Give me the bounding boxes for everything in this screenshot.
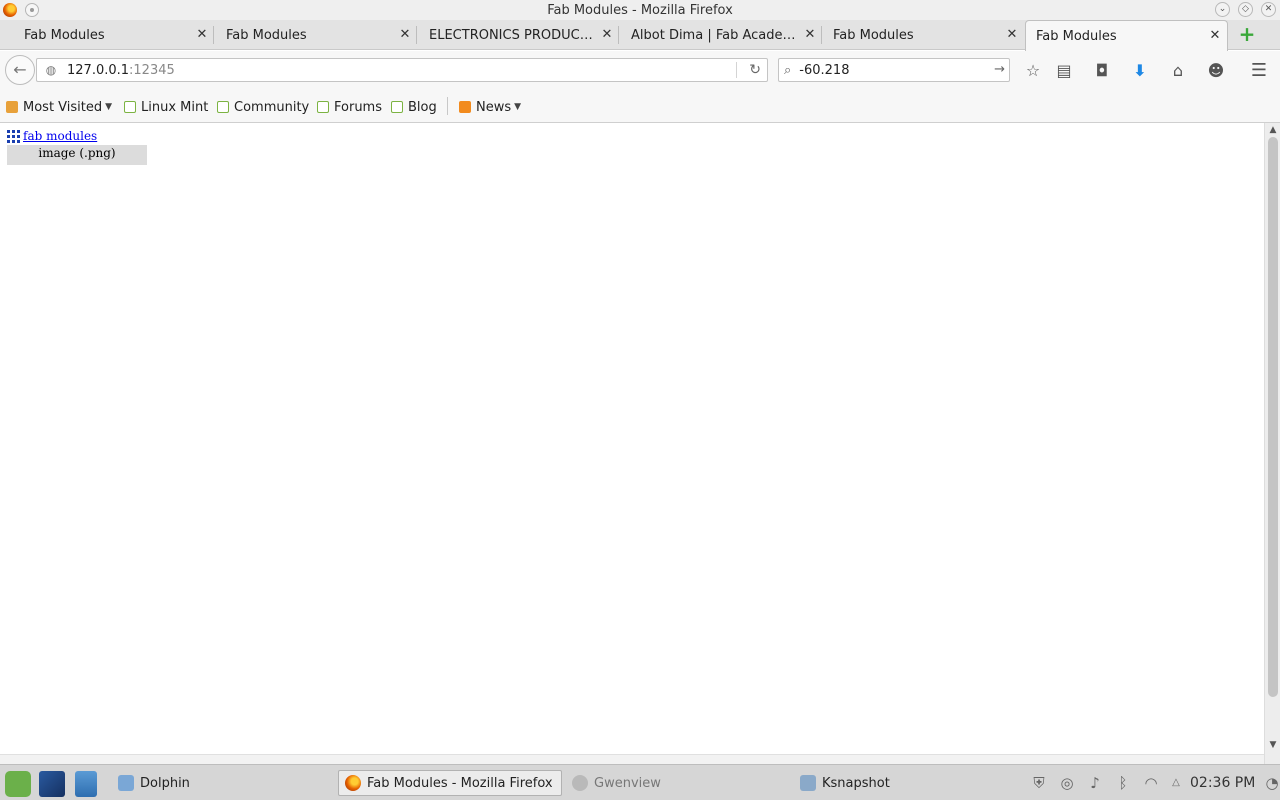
bookmark-community[interactable]: Community: [217, 98, 309, 116]
horizontal-scroll-track: [0, 754, 1264, 764]
dolphin-icon: [118, 775, 134, 791]
bookmark-label: News: [476, 99, 512, 115]
tab-label: Fab Modules: [833, 27, 914, 43]
downloads-icon[interactable]: ⬇: [1130, 61, 1150, 81]
tab-label: Albot Dima | Fab Academ...: [631, 27, 796, 43]
fab-modules-link[interactable]: fab modules: [23, 129, 97, 143]
chevron-down-icon: ▼: [105, 102, 113, 112]
bookmark-label: Forums: [334, 99, 382, 115]
task-firefox[interactable]: Fab Modules - Mozilla Firefox: [338, 770, 562, 796]
bookmarks-list-icon[interactable]: ▤: [1054, 61, 1074, 81]
maximize-button[interactable]: ◇: [1238, 2, 1253, 17]
clock[interactable]: 02:36 PM: [1190, 775, 1255, 791]
minimize-button[interactable]: ⌄: [1215, 2, 1230, 17]
search-bar[interactable]: ⌕ →: [778, 58, 1010, 82]
bookmark-forums[interactable]: Forums: [317, 98, 382, 116]
url-port: :12345: [129, 62, 175, 78]
site-identity-icon[interactable]: ◍: [41, 62, 61, 78]
task-ksnapshot[interactable]: Ksnapshot: [794, 770, 1014, 796]
tray-expand-icon[interactable]: △: [1166, 773, 1186, 793]
folder-icon: [6, 101, 18, 113]
file-manager-icon[interactable]: [75, 771, 97, 797]
image-png-menu-item[interactable]: image (.png): [7, 145, 147, 165]
reload-icon[interactable]: ↻: [749, 62, 761, 78]
tab[interactable]: Fab Modules ✕: [809, 20, 1024, 50]
tab-label: Fab Modules: [1036, 28, 1117, 44]
bookmark-label: Linux Mint: [141, 99, 209, 115]
vertical-scrollbar[interactable]: ▲ ▼: [1264, 123, 1280, 764]
bookmarks-separator: [447, 97, 448, 115]
new-tab-button[interactable]: +: [1237, 24, 1257, 45]
mint-icon: [124, 101, 136, 113]
volume-icon[interactable]: ♪: [1085, 773, 1105, 793]
bookmark-linux-mint[interactable]: Linux Mint: [124, 98, 208, 116]
url-host: 127.0.0.1: [67, 62, 130, 78]
search-input[interactable]: [799, 62, 980, 78]
mint-icon: [391, 101, 403, 113]
close-tab-icon[interactable]: ✕: [1004, 27, 1020, 43]
tab-label: Fab Modules: [24, 27, 105, 43]
bookmark-label: Blog: [408, 99, 437, 115]
bluetooth-icon[interactable]: ᛒ: [1113, 773, 1133, 793]
url-divider: [736, 62, 737, 78]
scroll-thumb[interactable]: [1268, 137, 1278, 697]
taskbar: Dolphin Fab Modules - Mozilla Firefox Gw…: [0, 764, 1280, 800]
task-label: Dolphin: [140, 775, 190, 791]
task-gwenview[interactable]: Gwenview: [566, 770, 786, 796]
wifi-icon[interactable]: ◠: [1141, 773, 1161, 793]
task-label: Fab Modules - Mozilla Firefox: [367, 775, 553, 791]
ksnapshot-icon: [800, 775, 816, 791]
tab[interactable]: Fab Modules ✕: [0, 20, 214, 50]
pin-window-icon[interactable]: [25, 3, 39, 17]
security-shield-icon[interactable]: ⛨: [1029, 773, 1049, 793]
mint-icon: [317, 101, 329, 113]
url-bar[interactable]: ◍ 127.0.0.1:12345 ↻: [36, 58, 768, 82]
window-title-bar: Fab Modules - Mozilla Firefox ⌄ ◇ ✕: [0, 0, 1280, 20]
firefox-logo-icon[interactable]: [3, 3, 17, 17]
close-tab-icon[interactable]: ✕: [1207, 28, 1223, 44]
scroll-up-icon[interactable]: ▲: [1268, 125, 1278, 135]
rss-icon: [459, 101, 471, 113]
home-icon[interactable]: ⌂: [1168, 61, 1188, 81]
desktop-corner-icon[interactable]: ◔: [1262, 773, 1280, 793]
bookmark-news[interactable]: News ▼: [459, 98, 521, 116]
page-content: fab modules image (.png): [0, 123, 1264, 764]
task-label: Gwenview: [594, 775, 661, 791]
bookmarks-toolbar: Most Visited ▼ Linux Mint Community Foru…: [0, 89, 1280, 123]
navigation-toolbar: ← ◍ 127.0.0.1:12345 ↻ ⌕ → ☆ ▤ ◘ ⬇ ⌂ ☻ ☰: [0, 51, 1280, 89]
firefox-icon: [345, 775, 361, 791]
task-label: Ksnapshot: [822, 775, 890, 791]
hamburger-menu-icon[interactable]: ☰: [1249, 61, 1269, 81]
back-button[interactable]: ←: [5, 55, 35, 85]
bookmark-most-visited[interactable]: Most Visited ▼: [6, 98, 112, 116]
tab-bar: Fab Modules ✕ Fab Modules ✕ ELECTRONICS …: [0, 20, 1280, 51]
tab[interactable]: ELECTRONICS PRODUCTI... ✕: [405, 20, 619, 50]
gwenview-icon: [572, 775, 588, 791]
tab-label: ELECTRONICS PRODUCTI...: [429, 27, 593, 43]
mint-icon: [217, 101, 229, 113]
bookmark-blog[interactable]: Blog: [391, 98, 437, 116]
mint-menu-icon[interactable]: [5, 771, 31, 797]
pocket-icon[interactable]: ◘: [1092, 61, 1112, 81]
tab-active[interactable]: Fab Modules ✕: [1025, 20, 1228, 51]
tab-label: Fab Modules: [226, 27, 307, 43]
bookmark-label: Community: [234, 99, 310, 115]
bookmark-star-icon[interactable]: ☆: [1023, 61, 1043, 81]
window-title: Fab Modules - Mozilla Firefox: [547, 2, 733, 18]
fab-modules-grid-icon: [7, 129, 20, 143]
search-icon: ⌕: [784, 62, 792, 78]
tab[interactable]: Fab Modules ✕: [202, 20, 417, 50]
scroll-down-icon[interactable]: ▼: [1268, 740, 1278, 750]
show-desktop-icon[interactable]: [39, 771, 65, 797]
chat-icon[interactable]: ☻: [1206, 61, 1226, 81]
network-icon[interactable]: ◎: [1057, 773, 1077, 793]
tab[interactable]: Albot Dima | Fab Academ... ✕: [607, 20, 822, 50]
fab-modules-header: fab modules: [7, 129, 97, 143]
close-window-button[interactable]: ✕: [1261, 2, 1276, 17]
task-dolphin[interactable]: Dolphin: [112, 770, 332, 796]
bookmark-label: Most Visited: [23, 99, 103, 115]
search-go-icon[interactable]: →: [994, 62, 1005, 77]
chevron-down-icon: ▼: [514, 102, 522, 112]
